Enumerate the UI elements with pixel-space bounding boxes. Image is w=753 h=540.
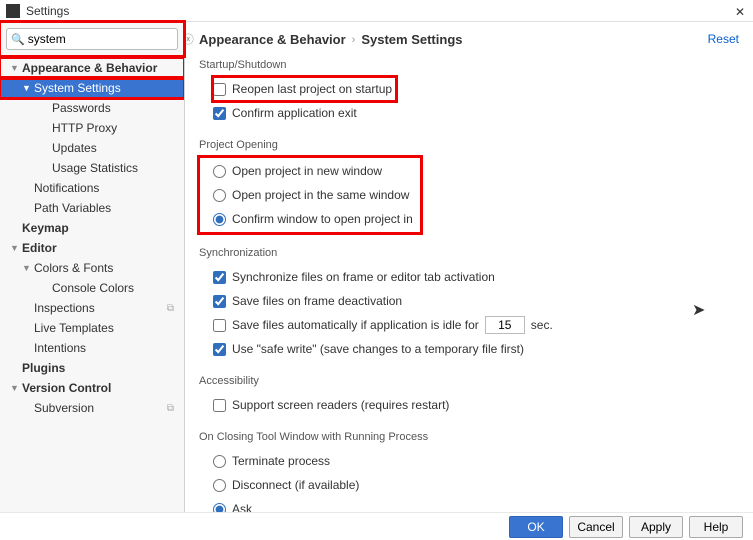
scope-icon: ⧉	[167, 303, 174, 314]
terminate-process-label: Terminate process	[232, 454, 330, 468]
section-accessibility-title: Accessibility	[199, 375, 739, 387]
section-startup-title: Startup/Shutdown	[199, 59, 739, 71]
tree-http-proxy[interactable]: HTTP Proxy	[0, 118, 184, 138]
confirm-window-radio[interactable]	[213, 213, 226, 226]
settings-tree: ▼ Appearance & Behavior ▼ System Setting…	[0, 56, 184, 512]
section-opening-title: Project Opening	[199, 139, 739, 151]
chevron-down-icon: ▼	[10, 243, 20, 253]
save-deactivation-label: Save files on frame deactivation	[232, 294, 402, 308]
tree-updates[interactable]: Updates	[0, 138, 184, 158]
safe-write-checkbox[interactable]	[213, 343, 226, 356]
open-new-window-radio[interactable]	[213, 165, 226, 178]
search-input-wrap[interactable]: 🔍 ⓧ	[6, 28, 178, 50]
ok-button[interactable]: OK	[509, 516, 563, 538]
sync-frame-checkbox[interactable]	[213, 271, 226, 284]
autosave-idle-unit: sec.	[531, 318, 553, 332]
reopen-last-project-checkbox[interactable]	[213, 83, 226, 96]
reopen-last-project-label: Reopen last project on startup	[232, 82, 392, 96]
tree-path-variables[interactable]: Path Variables	[0, 198, 184, 218]
autosave-idle-label: Save files automatically if application …	[232, 318, 479, 332]
open-new-window-label: Open project in new window	[232, 164, 382, 178]
chevron-right-icon: ›	[352, 34, 356, 46]
tree-usage-statistics[interactable]: Usage Statistics	[0, 158, 184, 178]
tree-plugins[interactable]: Plugins	[0, 358, 184, 378]
tree-appearance-behavior[interactable]: ▼ Appearance & Behavior	[0, 58, 184, 78]
apply-button[interactable]: Apply	[629, 516, 683, 538]
autosave-idle-checkbox[interactable]	[213, 319, 226, 332]
search-input[interactable]	[28, 32, 183, 46]
confirm-exit-label: Confirm application exit	[232, 106, 357, 120]
open-same-window-label: Open project in the same window	[232, 188, 409, 202]
tree-inspections[interactable]: Inspections⧉	[0, 298, 184, 318]
section-sync-title: Synchronization	[199, 247, 739, 259]
tree-passwords[interactable]: Passwords	[0, 98, 184, 118]
close-icon[interactable]: ✕	[735, 5, 747, 17]
tree-keymap[interactable]: Keymap	[0, 218, 184, 238]
help-button[interactable]: Help	[689, 516, 743, 538]
cancel-button[interactable]: Cancel	[569, 516, 623, 538]
save-deactivation-checkbox[interactable]	[213, 295, 226, 308]
ask-label: Ask	[232, 502, 252, 512]
tree-subversion[interactable]: Subversion⧉	[0, 398, 184, 418]
breadcrumb: Appearance & Behavior › System Settings	[199, 32, 739, 47]
terminate-process-radio[interactable]	[213, 455, 226, 468]
window-title: Settings	[26, 4, 735, 18]
tree-editor[interactable]: ▼Editor	[0, 238, 184, 258]
screen-readers-label: Support screen readers (requires restart…	[232, 398, 449, 412]
breadcrumb-parent: Appearance & Behavior	[199, 32, 346, 47]
search-icon: 🔍	[11, 33, 25, 46]
section-closing-title: On Closing Tool Window with Running Proc…	[199, 431, 739, 443]
tree-system-settings[interactable]: ▼ System Settings	[0, 78, 184, 98]
app-icon	[6, 4, 20, 18]
tree-notifications[interactable]: Notifications	[0, 178, 184, 198]
screen-readers-checkbox[interactable]	[213, 399, 226, 412]
confirm-exit-checkbox[interactable]	[213, 107, 226, 120]
chevron-down-icon: ▼	[10, 63, 20, 73]
chevron-down-icon: ▼	[22, 83, 32, 93]
tree-console-colors[interactable]: Console Colors	[0, 278, 184, 298]
disconnect-label: Disconnect (if available)	[232, 478, 359, 492]
chevron-down-icon: ▼	[22, 263, 32, 273]
open-same-window-radio[interactable]	[213, 189, 226, 202]
scope-icon: ⧉	[167, 403, 174, 414]
autosave-idle-seconds-input[interactable]	[485, 316, 525, 334]
tree-intentions[interactable]: Intentions	[0, 338, 184, 358]
ask-radio[interactable]	[213, 503, 226, 513]
reset-link[interactable]: Reset	[708, 32, 739, 46]
tree-version-control[interactable]: ▼Version Control	[0, 378, 184, 398]
breadcrumb-current: System Settings	[361, 32, 462, 47]
confirm-window-label: Confirm window to open project in	[232, 212, 413, 226]
sync-frame-label: Synchronize files on frame or editor tab…	[232, 270, 495, 284]
chevron-down-icon: ▼	[10, 383, 20, 393]
tree-colors-fonts[interactable]: ▼Colors & Fonts	[0, 258, 184, 278]
tree-live-templates[interactable]: Live Templates	[0, 318, 184, 338]
disconnect-radio[interactable]	[213, 479, 226, 492]
safe-write-label: Use "safe write" (save changes to a temp…	[232, 342, 524, 356]
